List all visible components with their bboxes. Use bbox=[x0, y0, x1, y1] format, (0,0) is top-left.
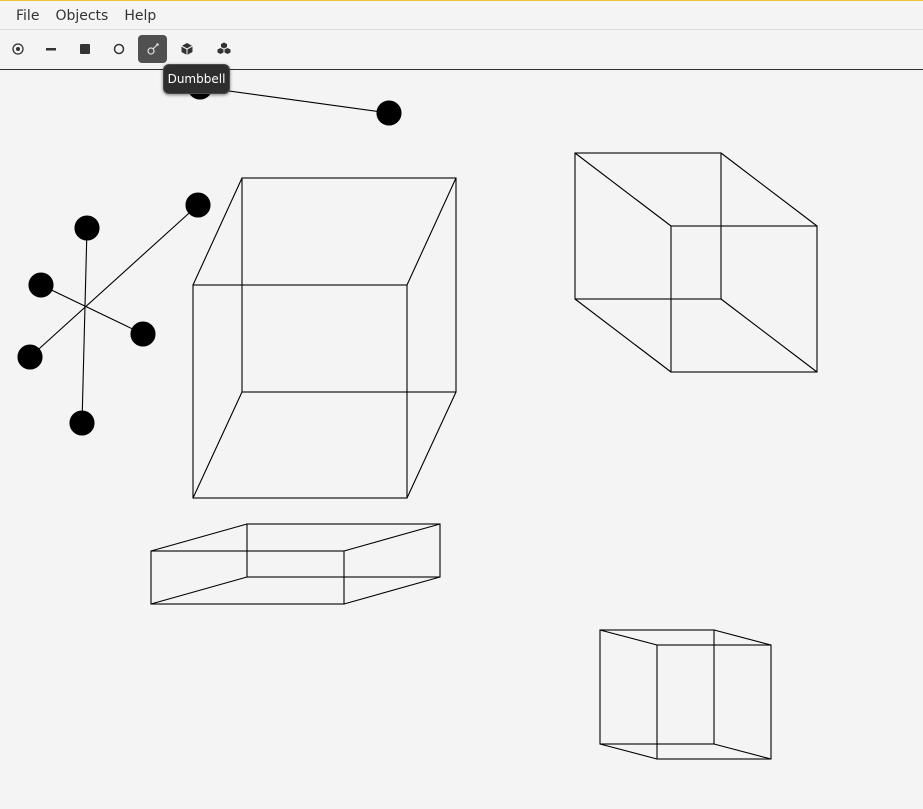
flat-box[interactable] bbox=[150, 523, 441, 605]
right-cube[interactable] bbox=[574, 152, 818, 373]
dumbbell-tool-button[interactable] bbox=[138, 35, 167, 63]
square-tool-button[interactable] bbox=[70, 35, 99, 63]
drawing-canvas[interactable] bbox=[0, 70, 923, 809]
cube-tool-button[interactable] bbox=[172, 35, 201, 63]
menu-file[interactable]: File bbox=[8, 1, 47, 29]
square-icon bbox=[79, 44, 90, 54]
cube-icon bbox=[180, 43, 193, 55]
toolbar bbox=[0, 30, 923, 70]
large-cube[interactable] bbox=[192, 177, 457, 499]
cubes-tool-button[interactable] bbox=[209, 35, 238, 63]
line-tool-button[interactable] bbox=[36, 35, 65, 63]
dumbbell-icon bbox=[146, 43, 159, 55]
dumbbell-star-3[interactable] bbox=[28, 272, 156, 347]
small-cube[interactable] bbox=[599, 629, 772, 760]
line-icon bbox=[45, 48, 56, 51]
menu-help[interactable]: Help bbox=[116, 1, 164, 29]
tooltip: Dumbbell bbox=[163, 64, 230, 94]
menu-objects[interactable]: Objects bbox=[47, 1, 116, 29]
circle-icon bbox=[113, 43, 124, 55]
menu-bar: File Objects Help bbox=[0, 1, 923, 30]
cubes-icon bbox=[217, 42, 230, 54]
point-icon bbox=[11, 43, 24, 55]
circle-tool-button[interactable] bbox=[104, 35, 133, 63]
dumbbell-star-2[interactable] bbox=[69, 215, 100, 436]
point-tool-button[interactable] bbox=[3, 35, 32, 63]
